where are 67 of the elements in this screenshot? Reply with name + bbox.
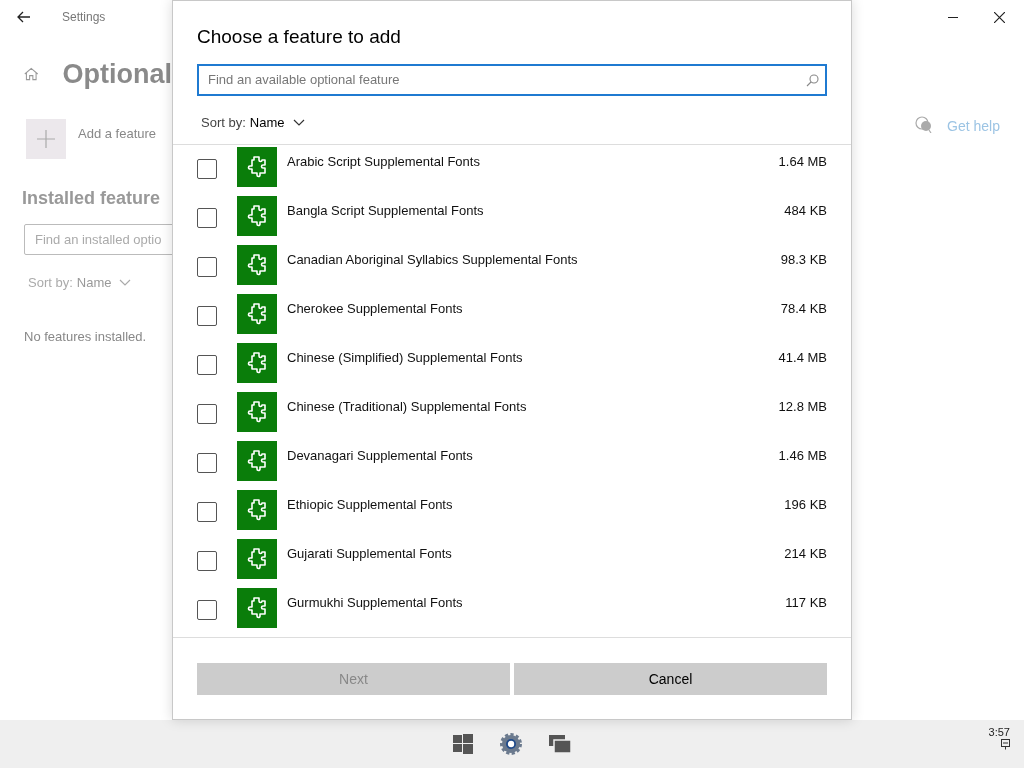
close-icon (993, 11, 1005, 23)
task-view-icon[interactable] (549, 735, 571, 753)
puzzle-icon (246, 301, 268, 326)
feature-name: Cherokee Supplemental Fonts (287, 299, 464, 318)
puzzle-icon (246, 154, 268, 179)
help-chat-icon (915, 116, 934, 133)
gear-icon[interactable] (499, 732, 523, 756)
feature-name: Arabic Script Supplemental Fonts (287, 152, 481, 171)
windows-start-icon[interactable] (453, 734, 473, 754)
sort-dropdown[interactable]: Name (76, 273, 112, 293)
feature-name: Chinese (Simplified) Supplemental Fonts (287, 348, 524, 367)
feature-name: Devanagari Supplemental Fonts (287, 446, 474, 465)
checkbox[interactable] (197, 354, 217, 375)
checkbox[interactable] (197, 158, 217, 179)
checkbox[interactable] (197, 550, 217, 571)
sort-label: Sort by: (28, 274, 73, 292)
feature-size: 117 KB (785, 593, 827, 612)
checkbox[interactable] (197, 403, 217, 424)
feature-size: 1.64 MB (778, 152, 827, 171)
puzzle-icon (246, 252, 268, 277)
plus-icon (37, 130, 55, 148)
puzzle-icon (246, 546, 268, 571)
page-heading: Optional (62, 57, 172, 91)
feature-size: 214 KB (784, 544, 827, 563)
sort-dropdown[interactable]: Name (249, 112, 285, 133)
puzzle-icon (246, 448, 268, 473)
feature-size: 78.4 KB (780, 299, 827, 318)
window-title: Settings (62, 9, 106, 26)
cancel-button[interactable]: Cancel (514, 663, 827, 695)
home-icon[interactable] (24, 65, 39, 83)
chevron-down-icon (119, 278, 132, 287)
checkbox[interactable] (197, 452, 217, 473)
minimize-icon (948, 16, 958, 18)
search-icon (806, 73, 819, 87)
checkbox[interactable] (197, 256, 217, 277)
clock: 3:57 (988, 726, 1010, 739)
feature-size: 12.8 MB (778, 397, 827, 416)
puzzle-icon (246, 595, 268, 620)
puzzle-icon (246, 350, 268, 375)
feature-name: Gujarati Supplemental Fonts (287, 544, 453, 563)
puzzle-icon (246, 203, 268, 228)
puzzle-icon (246, 497, 268, 522)
section-heading: Installed feature (22, 187, 162, 210)
feature-name: Bangla Script Supplemental Fonts (287, 201, 485, 220)
dialog-title: Choose a feature to add (197, 25, 402, 49)
add-feature-label[interactable]: Add a feature (78, 124, 157, 144)
puzzle-icon (246, 399, 268, 424)
back-arrow-icon (17, 11, 31, 23)
feature-size: 1.46 MB (778, 446, 827, 465)
sort-label: Sort by: (201, 113, 246, 132)
feature-size: 98.3 KB (780, 250, 827, 269)
get-help-link[interactable]: Get help (947, 116, 1000, 137)
checkbox[interactable] (197, 305, 217, 326)
checkbox[interactable] (197, 207, 217, 228)
feature-name: Gurmukhi Supplemental Fonts (287, 593, 464, 612)
checkbox[interactable] (197, 599, 217, 620)
feature-size: 484 KB (784, 201, 827, 220)
feature-size: 196 KB (784, 495, 827, 514)
feature-name: Canadian Aboriginal Syllabics Supplemental Fonts (287, 250, 579, 269)
feature-size: 41.4 MB (778, 348, 827, 367)
feature-name: Ethiopic Supplemental Fonts (287, 495, 454, 514)
empty-message: No features installed. (24, 327, 148, 346)
feature-search-field[interactable]: Find an available optional feature (197, 63, 827, 96)
checkbox[interactable] (197, 501, 217, 522)
tray-icon[interactable] (1001, 739, 1010, 750)
chevron-down-icon (293, 118, 306, 127)
feature-name: Chinese (Traditional) Supplemental Fonts (287, 397, 528, 416)
